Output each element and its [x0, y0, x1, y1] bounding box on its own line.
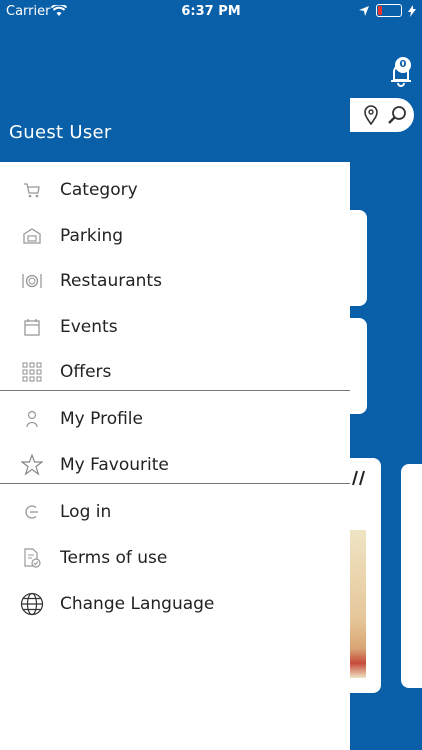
menu-item-label: Terms of use — [60, 548, 168, 568]
menu-item-label: My Profile — [60, 409, 143, 429]
grid-icon — [20, 360, 44, 384]
card-image — [350, 530, 366, 678]
battery-icon — [376, 4, 402, 17]
menu-item-category[interactable]: Category — [0, 168, 350, 212]
menu-item-events[interactable]: Events — [0, 305, 350, 349]
menu-item-parking[interactable]: Parking — [0, 214, 350, 258]
notification-badge: 0 — [395, 57, 411, 73]
document-check-icon — [20, 546, 44, 570]
menu-item-restaurants[interactable]: Restaurants — [0, 259, 350, 303]
menu-item-label: Events — [60, 317, 118, 337]
menu-item-my-favourite[interactable]: My Favourite — [0, 443, 350, 487]
menu-item-terms-of-use[interactable]: Terms of use — [0, 536, 350, 580]
menu-item-label: Log in — [60, 502, 112, 522]
login-icon — [20, 500, 44, 524]
calendar-icon — [20, 315, 44, 339]
menu-item-change-language[interactable]: Change Language — [0, 582, 350, 626]
status-indicators — [358, 4, 416, 17]
menu-item-label: Restaurants — [60, 271, 162, 291]
garage-icon — [20, 224, 44, 248]
menu-divider — [0, 483, 350, 484]
menu-item-log-in[interactable]: Log in — [0, 490, 350, 534]
map-pin-icon — [364, 105, 378, 125]
menu-item-label: Offers — [60, 362, 112, 382]
cart-icon — [20, 178, 44, 202]
plate-cutlery-icon — [20, 269, 44, 293]
menu-item-label: Category — [60, 180, 138, 200]
wifi-icon — [51, 5, 67, 16]
menu-item-offers[interactable]: Offers — [0, 350, 350, 394]
menu-item-label: Change Language — [60, 594, 215, 614]
menu-item-label: Parking — [60, 226, 124, 246]
location-search-button[interactable] — [350, 98, 414, 132]
search-icon — [388, 106, 406, 124]
star-icon — [20, 453, 44, 477]
user-name: Guest User — [9, 122, 112, 143]
charging-icon — [408, 4, 416, 17]
slash-mark-icon — [352, 470, 365, 486]
background-card[interactable] — [401, 464, 422, 688]
menu-item-my-profile[interactable]: My Profile — [0, 397, 350, 441]
side-menu-drawer: Category Parking Restaurants Events Offe… — [0, 162, 350, 750]
menu-item-label: My Favourite — [60, 455, 169, 475]
globe-icon — [20, 592, 44, 616]
user-icon — [20, 407, 44, 431]
menu-divider — [0, 390, 350, 391]
location-arrow-icon — [359, 5, 369, 16]
